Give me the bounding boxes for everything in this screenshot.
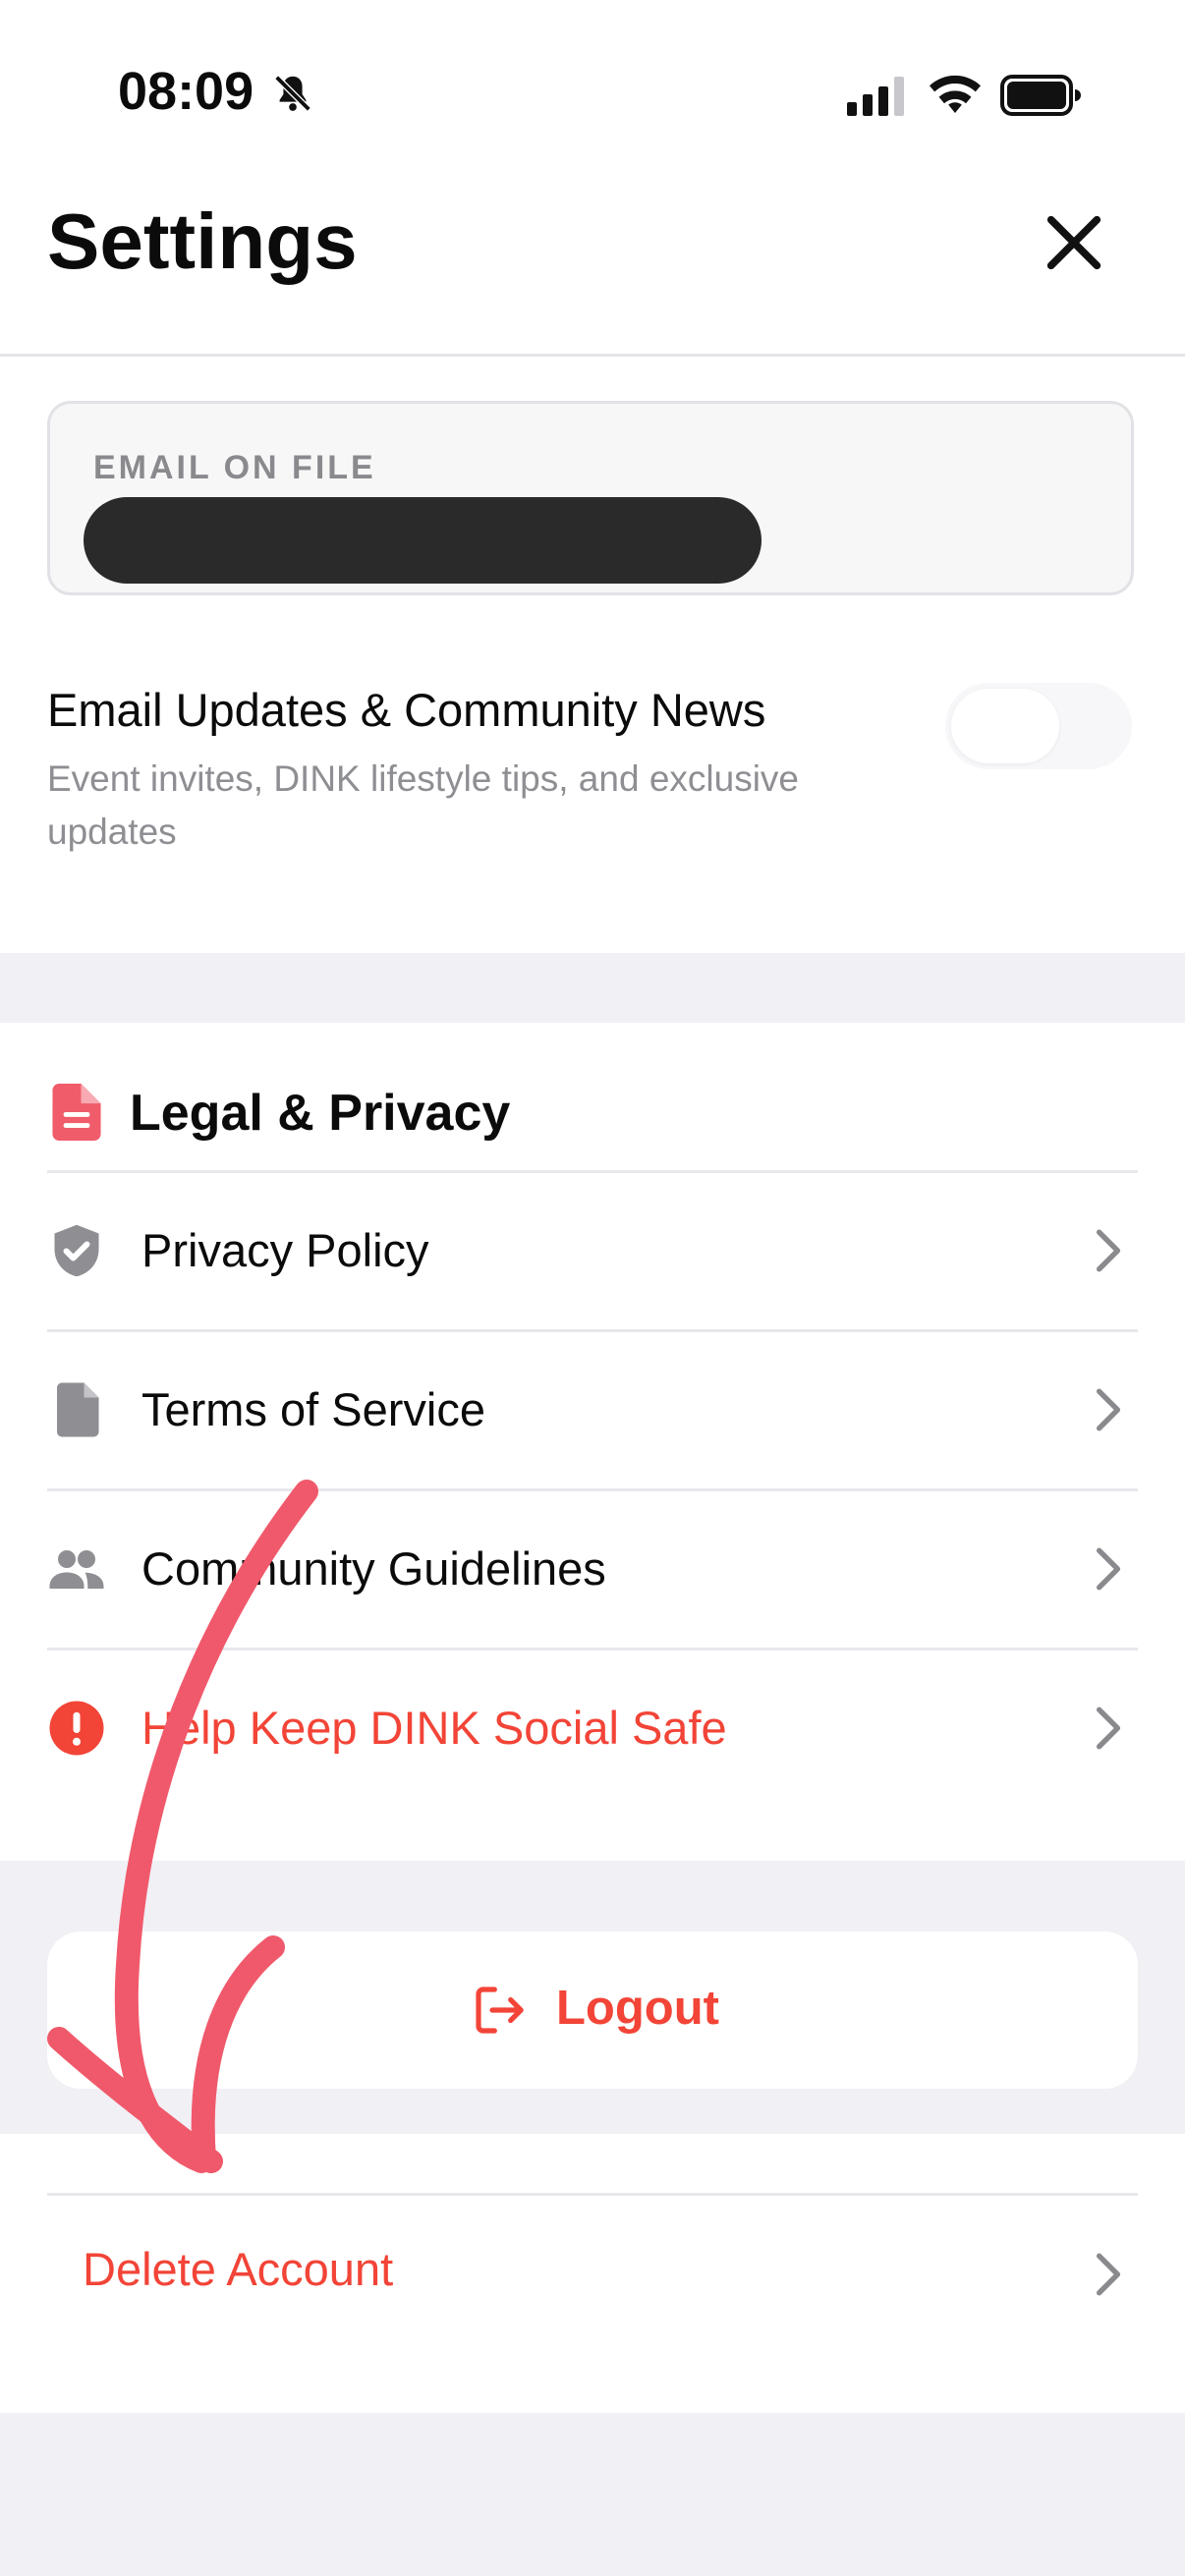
close-icon[interactable] — [1040, 208, 1108, 277]
chevron-right-icon — [1096, 1707, 1121, 1750]
email-card: EMAIL ON FILE — [47, 401, 1134, 595]
toggle-knob — [951, 689, 1059, 763]
help-keep-safe-label: Help Keep DINK Social Safe — [141, 1702, 727, 1754]
chevron-right-icon — [1096, 2253, 1121, 2296]
document-icon — [57, 1382, 99, 1437]
delete-account-row[interactable]: Delete Account — [0, 2195, 1185, 2352]
shield-check-icon — [54, 1224, 99, 1277]
legal-section-title: Legal & Privacy — [130, 1085, 511, 1142]
people-icon — [49, 1550, 104, 1589]
email-redaction — [84, 497, 762, 584]
community-guidelines-label: Community Guidelines — [141, 1542, 606, 1595]
newsletter-toggle[interactable] — [945, 683, 1132, 769]
chevron-right-icon — [1096, 1547, 1121, 1591]
email-label: EMAIL ON FILE — [93, 449, 376, 486]
terms-of-service-row[interactable]: Terms of Service — [0, 1331, 1185, 1488]
delete-account-section: Delete Account — [0, 2134, 1185, 2413]
battery-icon — [1000, 75, 1081, 116]
newsletter-subtitle: Event invites, DINK lifestyle tips, and … — [47, 758, 799, 852]
community-guidelines-row[interactable]: Community Guidelines — [0, 1490, 1185, 1648]
alert-circle-icon — [49, 1701, 104, 1756]
help-keep-safe-row[interactable]: Help Keep DINK Social Safe — [0, 1650, 1185, 1807]
delete-account-label: Delete Account — [83, 2243, 394, 2295]
document-text-icon — [52, 1084, 101, 1141]
terms-of-service-label: Terms of Service — [141, 1383, 485, 1435]
cellular-signal-icon — [847, 77, 904, 116]
logout-label: Logout — [556, 1982, 719, 2035]
status-bar: 08:09 — [0, 0, 1185, 167]
privacy-policy-label: Privacy Policy — [141, 1224, 429, 1276]
logout-button[interactable]: Logout — [47, 1932, 1138, 2089]
status-time: 08:09 — [118, 62, 254, 121]
legal-section: Legal & Privacy Privacy Policy Terms of … — [0, 1023, 1185, 1861]
chevron-right-icon — [1096, 1229, 1121, 1272]
account-section: EMAIL ON FILE Email Updates & Community … — [0, 357, 1185, 953]
chevron-right-icon — [1096, 1388, 1121, 1431]
header: Settings — [0, 167, 1185, 357]
newsletter-title: Email Updates & Community News — [47, 684, 766, 736]
page-title: Settings — [47, 197, 358, 285]
logout-icon — [476, 1987, 524, 2034]
bell-muted-icon — [274, 75, 311, 112]
privacy-policy-row[interactable]: Privacy Policy — [0, 1172, 1185, 1329]
wifi-icon — [930, 75, 981, 113]
